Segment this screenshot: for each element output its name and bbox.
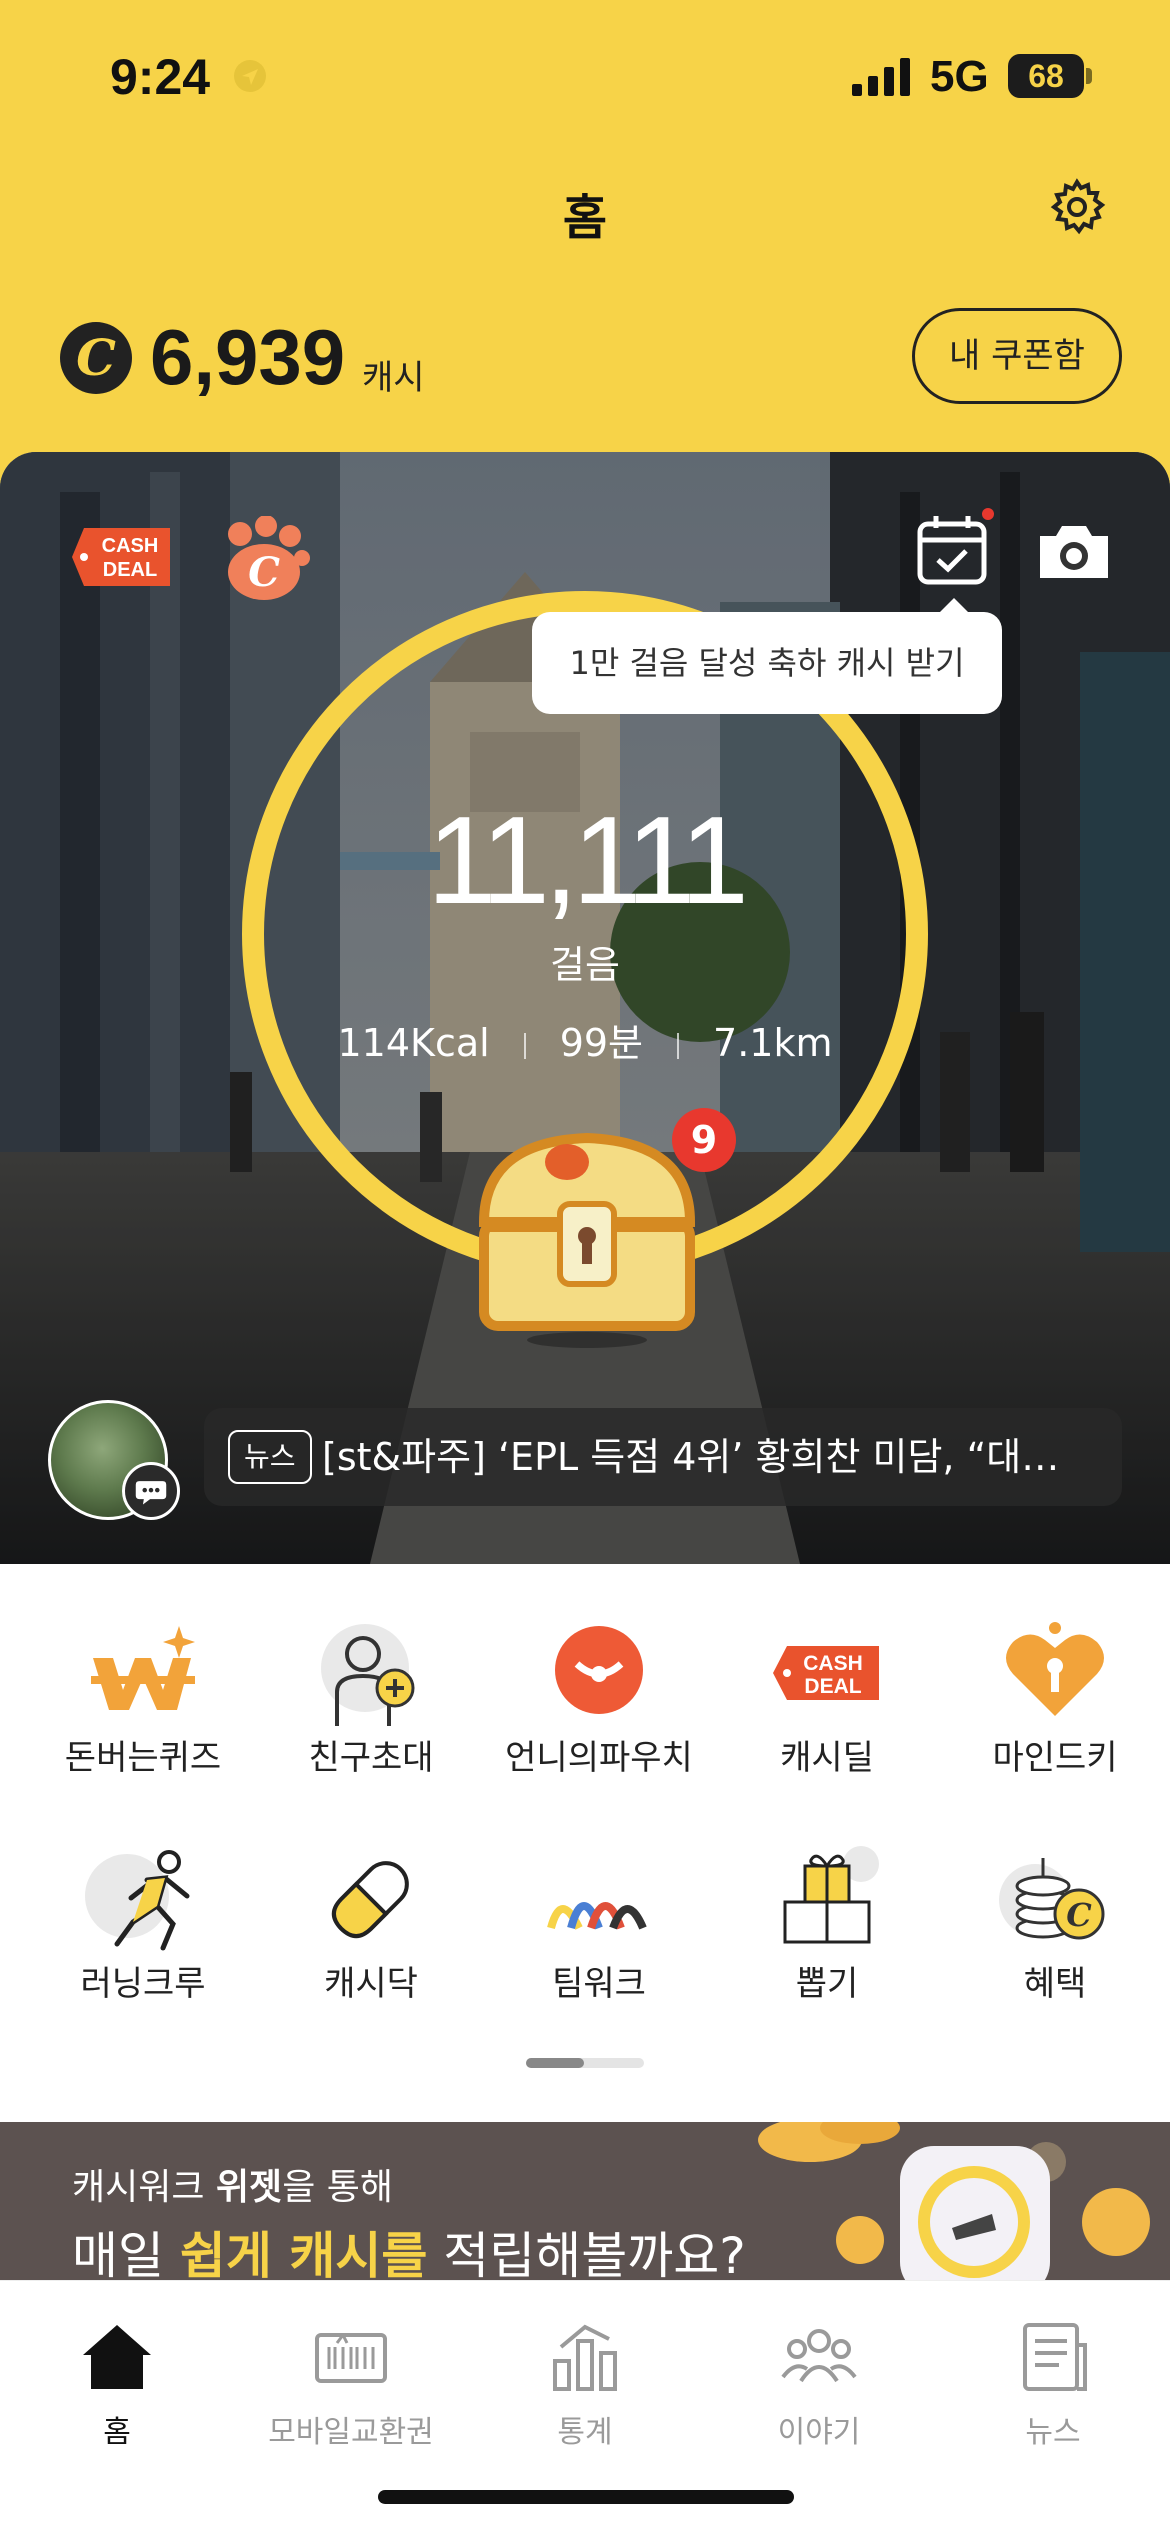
page-indicator-active xyxy=(526,2058,584,2068)
chat-bubble-icon[interactable] xyxy=(122,1462,180,1520)
location-arrow-icon xyxy=(234,60,266,92)
widget-promo-banner[interactable]: 캐시워크 위젯을 통해 매일 쉽게 캐시를 적립해볼까요? xyxy=(0,2122,1170,2280)
calendar-check-icon[interactable] xyxy=(914,508,994,588)
camera-icon[interactable] xyxy=(1034,522,1114,582)
menu-label: 돈버는퀴즈 xyxy=(64,1738,222,1778)
menu-label: 언니의파우치 xyxy=(505,1738,693,1778)
step-count-label: 걸음 xyxy=(550,943,620,987)
widget-coins-illustration xyxy=(758,2122,1150,2280)
nav-label: 홈 xyxy=(103,2415,131,2450)
my-coupon-button[interactable]: 내 쿠폰함 xyxy=(912,308,1122,404)
promo-line1-bold: 위젯 xyxy=(215,2167,283,2208)
cash-amount: 6,939 xyxy=(150,313,346,401)
promo-line1-suffix: 을 통해 xyxy=(282,2167,393,2208)
newspaper-icon xyxy=(1023,2323,1087,2391)
cash-unit: 캐시 xyxy=(362,358,425,398)
svg-text:CASH: CASH xyxy=(803,1652,863,1675)
menu-item-draw[interactable]: 뽑기 xyxy=(722,1844,932,2004)
cash-coin-icon: C xyxy=(60,322,132,394)
menu-item-teamwork[interactable]: 팀워크 xyxy=(494,1844,704,2004)
top-header-area: 9:24 5G 68 홈 C 6,939 캐시 내 쿠폰함 xyxy=(0,0,1170,500)
menu-item-benefit[interactable]: C 혜택 xyxy=(950,1844,1160,2004)
menu-label: 러닝크루 xyxy=(80,1964,206,2004)
promo-line2-suffix: 적립해볼까요? xyxy=(427,2227,746,2280)
promo-line1: 캐시워크 위젯을 통해 xyxy=(72,2158,393,2210)
home-indicator[interactable] xyxy=(378,2490,794,2504)
pill-icon xyxy=(331,1861,409,1939)
reward-tooltip[interactable]: 1만 걸음 달성 축하 캐시 받기 xyxy=(532,612,1002,714)
chest-count-badge: 9 xyxy=(672,1108,736,1172)
step-hero-card: CASH DEAL C 1만 걸음 달성 축하 캐시 받기 11,111 걸음 … xyxy=(0,452,1170,1564)
running-crew-icon xyxy=(85,1850,190,1951)
nav-label: 통계 xyxy=(557,2415,613,2450)
home-icon xyxy=(83,2325,151,2389)
menu-item-pouch[interactable]: 언니의파우치 xyxy=(494,1618,704,1778)
menu-item-cashdeal[interactable]: CASH DEAL 캐시딜 xyxy=(722,1618,932,1778)
news-headline[interactable]: [st&파주] ‘EPL 득점 4위’ 황희찬 미담, “대… xyxy=(322,1408,1102,1506)
promo-line2: 매일 쉽게 캐시를 적립해볼까요? xyxy=(72,2216,746,2280)
teamwork-icon xyxy=(547,1902,647,1930)
ticket-barcode-icon xyxy=(315,2333,387,2383)
step-count: 11,111 xyxy=(427,792,749,930)
cashdeal-tag-line2: DEAL xyxy=(103,559,157,581)
svg-text:DEAL: DEAL xyxy=(804,1675,861,1698)
menu-label: 캐시닥 xyxy=(324,1964,418,2004)
menu-item-running-crew[interactable]: 러닝크루 xyxy=(38,1844,248,2004)
news-tag: 뉴스 xyxy=(228,1430,312,1484)
distance-value: 7.1km xyxy=(713,1021,833,1065)
benefit-coins-icon: C xyxy=(999,1858,1105,1940)
nav-news[interactable]: 뉴스 xyxy=(936,2301,1170,2450)
menu-item-mindkey[interactable]: 마인드키 xyxy=(950,1618,1160,1778)
promo-line1-prefix: 캐시워크 xyxy=(72,2167,216,2208)
battery-nub xyxy=(1086,68,1092,84)
nav-stats[interactable]: 통계 xyxy=(468,2301,702,2450)
stats-separator xyxy=(677,1032,680,1059)
page-title: 홈 xyxy=(562,190,608,246)
menu-label: 혜택 xyxy=(1023,1964,1087,2004)
minutes-value: 99분 xyxy=(559,1021,644,1065)
menu-label: 마인드키 xyxy=(992,1738,1118,1778)
nav-story[interactable]: 이야기 xyxy=(702,2301,936,2450)
gear-icon[interactable] xyxy=(1048,178,1106,236)
network-label: 5G xyxy=(930,52,989,101)
news-ticker[interactable]: 뉴스 [st&파주] ‘EPL 득점 4위’ 황희찬 미담, “대… xyxy=(204,1408,1122,1506)
cell-signal-icon xyxy=(852,58,910,96)
mindkey-icon xyxy=(1006,1622,1104,1716)
calories-value: 114Kcal xyxy=(337,1021,490,1065)
pouch-icon xyxy=(555,1626,643,1714)
cashdeal-icon: CASH DEAL xyxy=(773,1646,879,1700)
menu-label: 캐시딜 xyxy=(780,1738,874,1778)
people-group-icon xyxy=(781,2329,857,2383)
nav-label: 모바일교환권 xyxy=(268,2415,434,2450)
menu-item-cashdoc[interactable]: 캐시닥 xyxy=(266,1844,476,2004)
promo-line2-prefix: 매일 xyxy=(72,2227,180,2280)
menu-item-invite[interactable]: 친구초대 xyxy=(266,1618,476,1778)
quiz-icon xyxy=(91,1626,195,1710)
status-time: 9:24 xyxy=(110,49,211,105)
nav-home[interactable]: 홈 xyxy=(0,2301,234,2450)
menu-label: 친구초대 xyxy=(308,1738,434,1778)
invite-friend-icon xyxy=(321,1624,415,1726)
cashdeal-tag-line1: CASH xyxy=(102,535,159,557)
nav-label: 뉴스 xyxy=(1025,2415,1081,2450)
battery-indicator: 68 xyxy=(1008,54,1084,98)
menu-label: 팀워크 xyxy=(552,1964,646,2004)
promo-line2-bold: 쉽게 캐시를 xyxy=(179,2227,428,2280)
cashdeal-tag-icon[interactable]: CASH DEAL xyxy=(72,528,170,586)
nav-mobile-voucher[interactable]: 모바일교환권 xyxy=(234,2301,468,2450)
menu-label: 뽑기 xyxy=(795,1964,859,2004)
menu-item-quiz[interactable]: 돈버는퀴즈 xyxy=(38,1618,248,1778)
nav-label: 이야기 xyxy=(777,2415,861,2450)
stats-chart-icon xyxy=(553,2324,617,2391)
activity-stats: 114Kcal 99분 7.1km xyxy=(0,1012,1170,1067)
stats-separator xyxy=(523,1032,526,1059)
svg-text:C: C xyxy=(1066,1896,1092,1934)
gift-draw-icon xyxy=(783,1846,879,1944)
